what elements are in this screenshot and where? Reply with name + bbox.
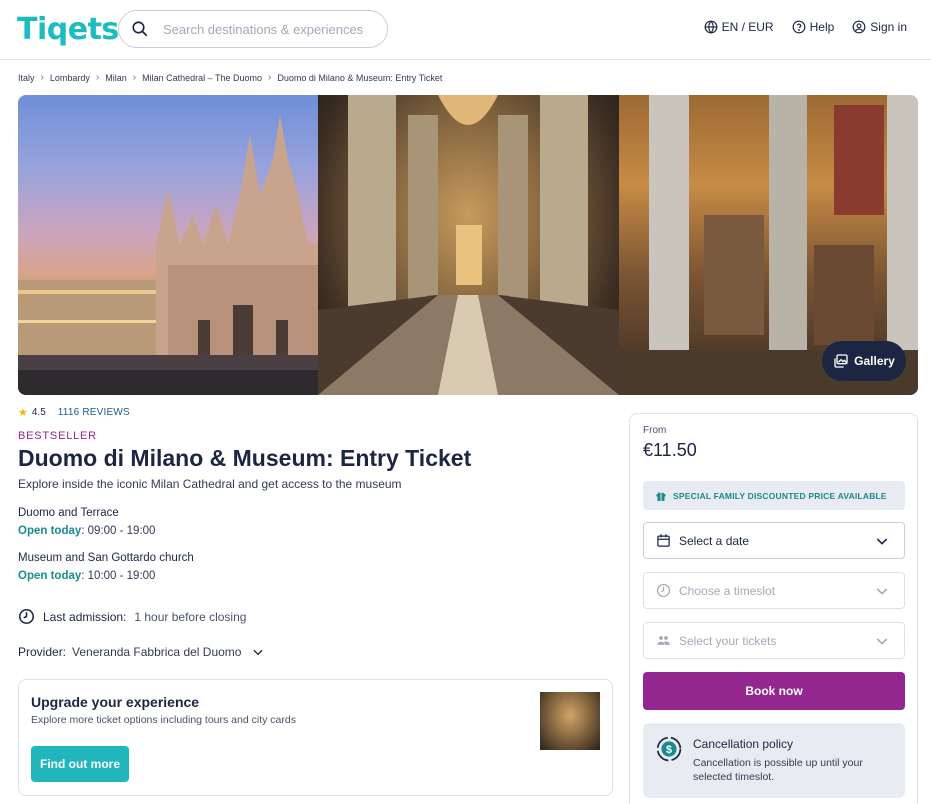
gallery-button-label: Gallery	[854, 354, 895, 368]
timeslot-select-label: Choose a timeslot	[679, 583, 776, 598]
from-label: From	[643, 425, 667, 436]
sign-in-link[interactable]: Sign in	[852, 20, 907, 34]
star-icon: ★	[18, 407, 28, 419]
upgrade-card: Upgrade your experience Explore more tic…	[18, 679, 613, 796]
images-icon	[834, 354, 848, 368]
tiqets-logo[interactable]: Tiqets	[17, 12, 119, 47]
sign-in-label: Sign in	[870, 20, 907, 34]
cancellation-policy: $ Cancellation policy Cancellation is po…	[643, 723, 905, 798]
refund-icon: $	[656, 736, 682, 762]
chevron-down-icon	[876, 638, 888, 645]
chevron-right-icon: ›	[268, 72, 272, 83]
search-icon	[132, 21, 148, 37]
reviews-link[interactable]: 1116 REVIEWS	[58, 407, 130, 418]
people-icon	[657, 636, 670, 645]
schedule-hours: Open today: 10:00 - 19:00	[18, 570, 155, 582]
chevron-right-icon: ›	[95, 72, 100, 83]
breadcrumb-item[interactable]: Milan Cathedral – The Duomo	[142, 73, 262, 83]
language-currency-selector[interactable]: EN / EUR	[704, 20, 774, 34]
chevron-down-icon	[253, 649, 264, 656]
price: €11.50	[643, 440, 697, 460]
tickets-select[interactable]: Select your tickets	[643, 622, 905, 659]
gift-icon	[656, 491, 666, 501]
bestseller-badge: BESTSELLER	[18, 430, 97, 442]
chevron-down-icon	[876, 588, 888, 595]
rating-score: 4.5	[31, 407, 46, 418]
find-out-more-button[interactable]: Find out more	[31, 746, 129, 782]
schedule-name: Museum and San Gottardo church	[18, 552, 194, 564]
language-currency-label: EN / EUR	[721, 20, 774, 34]
search-input[interactable]	[163, 21, 373, 37]
clock-icon	[18, 608, 35, 625]
breadcrumb: Italy › Lombardy › Milan › Milan Cathedr…	[18, 72, 442, 83]
upgrade-title: Upgrade your experience	[31, 694, 200, 710]
provider-label: Provider:	[18, 645, 67, 659]
date-select[interactable]: Select a date	[643, 522, 905, 559]
opening-hours: : 10:00 - 19:00	[81, 570, 156, 582]
upgrade-text: Explore more ticket options including to…	[31, 714, 296, 726]
gallery-image-nave[interactable]	[318, 95, 619, 395]
chevron-right-icon: ›	[40, 72, 44, 83]
book-now-button[interactable]: Book now	[643, 672, 905, 710]
tickets-select-label: Select your tickets	[679, 633, 777, 648]
last-admission-value: 1 hour before closing	[134, 609, 247, 624]
product-subtitle: Explore inside the iconic Milan Cathedra…	[18, 477, 402, 491]
globe-icon	[704, 20, 718, 34]
cathedral-nave-illustration	[318, 95, 619, 395]
last-admission-label: Last admission:	[43, 609, 127, 624]
promo-banner: SPECIAL FAMILY DISCOUNTED PRICE AVAILABL…	[643, 481, 905, 510]
site-header: Tiqets EN / EUR Help Sign in	[0, 0, 931, 60]
cathedral-exterior-illustration	[18, 115, 318, 395]
open-today-label: Open today	[18, 525, 82, 537]
timeslot-select[interactable]: Choose a timeslot	[643, 572, 905, 609]
svg-text:$: $	[666, 744, 672, 756]
help-link[interactable]: Help	[792, 20, 835, 34]
help-icon	[792, 20, 806, 34]
last-admission: Last admission: 1 hour before closing	[18, 608, 246, 625]
help-label: Help	[809, 20, 835, 34]
opening-hours: : 09:00 - 19:00	[81, 525, 156, 537]
booking-card: From €11.50 SPECIAL FAMILY DISCOUNTED PR…	[629, 413, 918, 804]
user-icon	[852, 20, 866, 34]
provider-dropdown[interactable]: Provider: Veneranda Fabbrica del Duomo	[18, 645, 265, 659]
schedule-hours: Open today: 09:00 - 19:00	[18, 525, 155, 537]
date-select-label: Select a date	[679, 533, 750, 548]
open-today-label: Open today	[18, 570, 82, 582]
breadcrumb-item[interactable]: Milan	[105, 73, 127, 83]
gallery-button[interactable]: Gallery	[822, 341, 906, 381]
breadcrumb-item[interactable]: Italy	[18, 73, 35, 83]
photo-gallery[interactable]: Gallery	[18, 95, 918, 395]
gallery-image-interior[interactable]: Gallery	[619, 95, 918, 395]
chevron-down-icon	[876, 538, 888, 545]
gallery-image-exterior[interactable]	[18, 95, 318, 395]
search-bar[interactable]	[118, 10, 388, 48]
page-title: Duomo di Milano & Museum: Entry Ticket	[18, 445, 472, 471]
calendar-icon	[657, 534, 670, 547]
chevron-right-icon: ›	[132, 72, 137, 83]
cancellation-title: Cancellation policy	[693, 737, 794, 751]
breadcrumb-item[interactable]: Lombardy	[50, 73, 90, 83]
cancellation-text: Cancellation is possible up until your s…	[693, 757, 863, 783]
promo-text: SPECIAL FAMILY DISCOUNTED PRICE AVAILABL…	[673, 490, 887, 501]
upgrade-thumbnail	[540, 692, 600, 750]
rating-summary: ★ 4.5 1116 REVIEWS	[18, 406, 130, 419]
clock-icon	[656, 583, 671, 598]
schedule-name: Duomo and Terrace	[18, 507, 119, 519]
breadcrumb-current: Duomo di Milano & Museum: Entry Ticket	[277, 72, 443, 83]
provider-value: Veneranda Fabbrica del Duomo	[72, 645, 242, 659]
